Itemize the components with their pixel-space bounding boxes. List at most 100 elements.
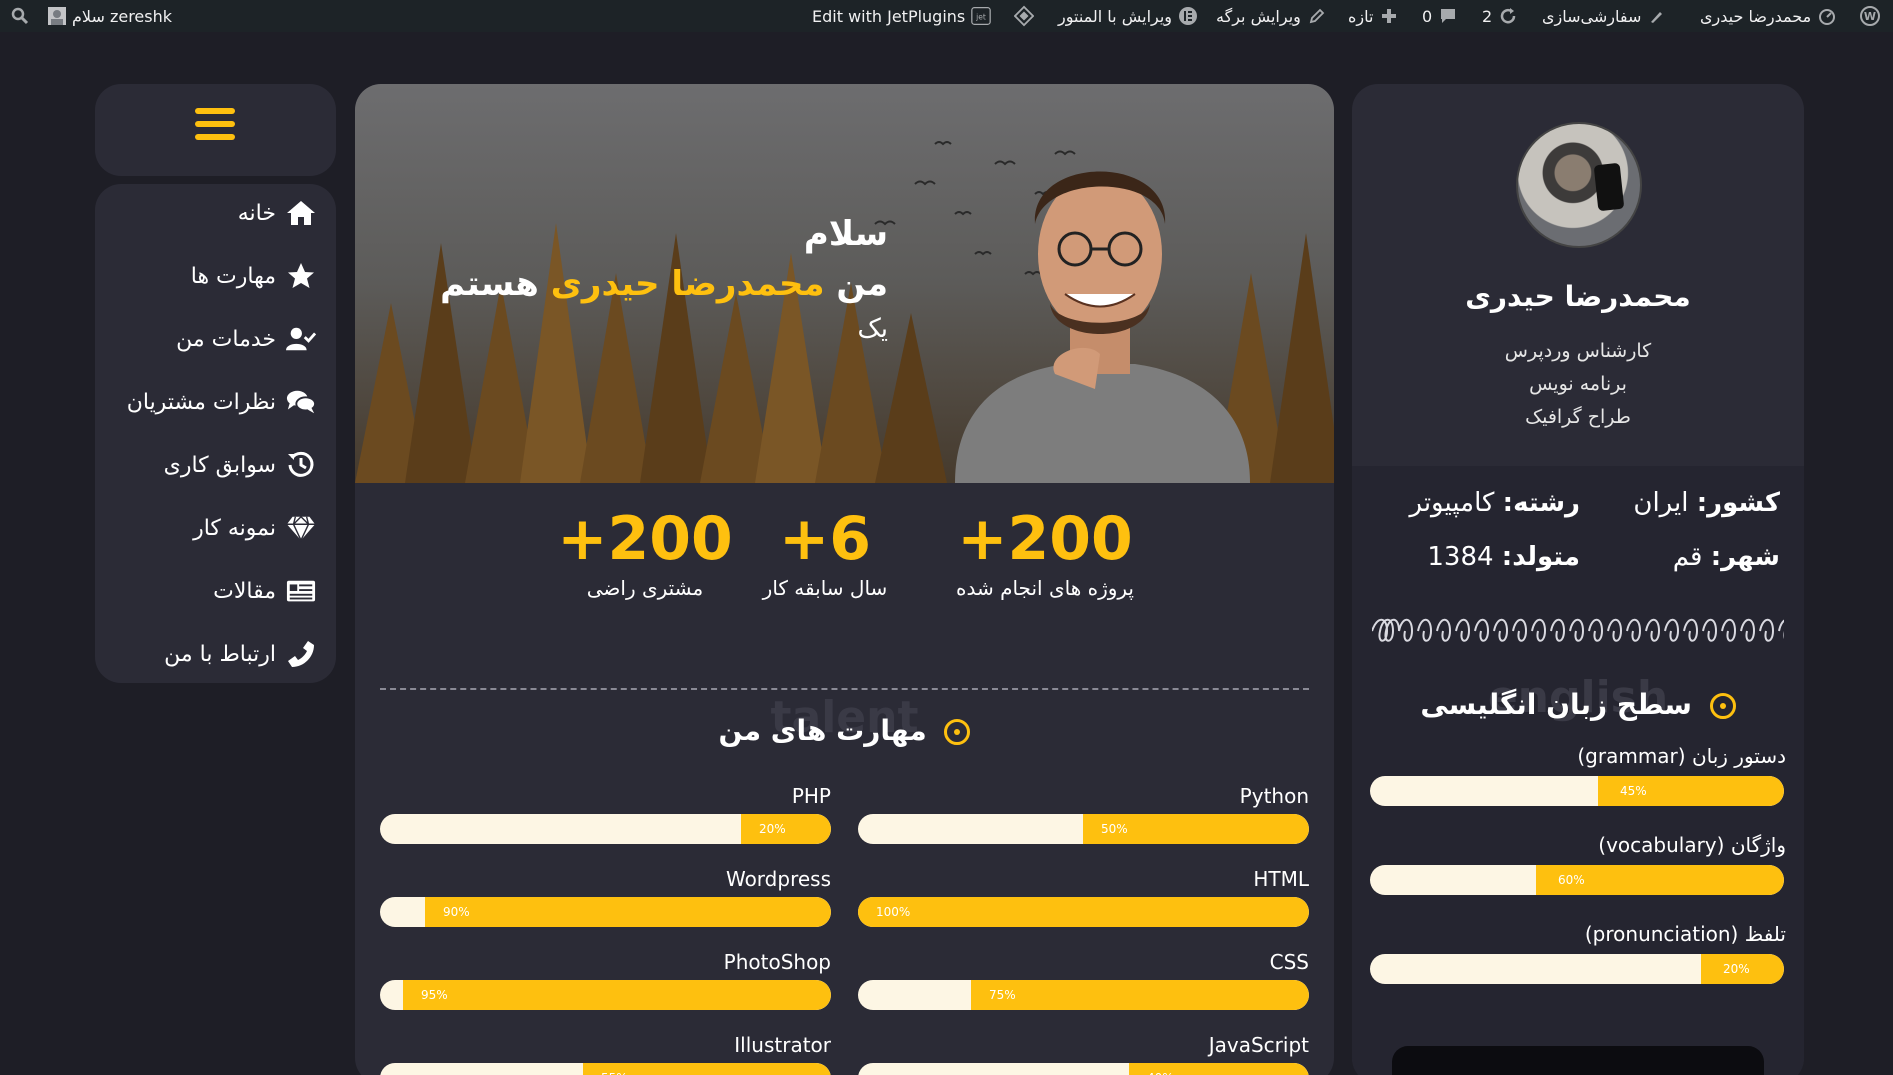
comments-menu[interactable]: 0 — [1422, 0, 1458, 32]
jetplugins-menu[interactable]: Edit with JetPlugins jet — [812, 0, 992, 32]
wordpress-logo-icon[interactable]: W — [1860, 0, 1880, 32]
pencil-icon — [1307, 6, 1327, 26]
english-progress-bar: 60% — [1370, 865, 1784, 895]
comment-bubble-icon — [1438, 6, 1458, 26]
stat-experience: +6 سال سابقه کار — [745, 504, 905, 600]
comments-icon — [286, 387, 316, 417]
skill-progress-bar: 55% — [380, 1063, 831, 1075]
nav-item-skills[interactable]: مهارت ها — [191, 261, 316, 291]
skill-percent: 90% — [443, 905, 470, 919]
nav-item-home[interactable]: خانه — [238, 198, 316, 228]
hero-portrait — [955, 171, 1250, 483]
skill-percent: 95% — [421, 988, 448, 1002]
nav-item-experience[interactable]: سوابق کاری — [164, 450, 316, 480]
skill-percent: 20% — [759, 822, 786, 836]
english-progress-bar: 20% — [1370, 954, 1784, 984]
field-label: رشته: — [1502, 488, 1580, 518]
main-content-card: سلام من محمدرضا حیدری هستم یک +200 پروژه… — [355, 84, 1334, 1075]
section-divider — [380, 688, 1309, 690]
skill-progress-bar: 100% — [858, 897, 1309, 927]
diamond-menu[interactable] — [1014, 0, 1034, 32]
site-name-label: محمدرضا حیدری — [1700, 6, 1812, 26]
skill-percent: 40% — [1147, 1063, 1174, 1075]
history-icon — [286, 450, 316, 480]
country-label: کشور: — [1696, 488, 1780, 518]
skill-name: JavaScript — [1208, 1033, 1309, 1057]
skill-name: PHP — [791, 784, 831, 808]
search-icon[interactable] — [10, 0, 30, 32]
field-value: کامپیوتر — [1409, 488, 1495, 518]
nav-item-testimonials[interactable]: نظرات مشتریان — [127, 387, 316, 417]
stat-clients-value: +200 — [557, 504, 733, 574]
svg-text:jet: jet — [975, 12, 986, 21]
nav-item-portfolio[interactable]: نمونه کار — [193, 513, 316, 543]
user-account-menu[interactable]: سلام zereshk — [48, 0, 172, 32]
target-dot-icon — [1709, 693, 1736, 719]
skill-progress-bar: 50% — [858, 814, 1309, 844]
svg-text:W: W — [1864, 10, 1876, 23]
skill-progress-fill — [971, 980, 1309, 1010]
edit-page-menu[interactable]: ویرایش برگه — [1216, 0, 1327, 32]
nav-item-contact[interactable]: ارتباط با من — [164, 639, 316, 669]
english-skill-label: دستور زبان (grammar) — [1577, 744, 1786, 768]
nav-item-articles[interactable]: مقالات — [213, 576, 316, 606]
jetplugins-label: Edit with JetPlugins — [812, 6, 966, 26]
skill-progress-fill — [403, 980, 831, 1010]
nav-label-skills: مهارت ها — [190, 263, 276, 289]
nav-item-services[interactable]: خدمات من — [176, 324, 316, 354]
admin-bar: W محمدرضا حیدری سفارشی‌سازی 2 0 تازه ویر… — [0, 0, 1893, 32]
skill-name: PhotoShop — [723, 950, 831, 974]
country-value: ایران — [1633, 488, 1689, 518]
hamburger-menu-icon[interactable] — [195, 108, 235, 148]
nav-label-contact: ارتباط با من — [164, 641, 276, 667]
skill-progress-bar: 95% — [380, 980, 831, 1010]
hero-name-highlight: محمدرضا حیدری — [550, 264, 825, 304]
english-skill-label: واژگان (vocabulary) — [1598, 833, 1786, 857]
nav-label-experience: سوابق کاری — [163, 452, 276, 478]
skill-progress-fill — [425, 897, 831, 927]
english-progress-bar: 45% — [1370, 776, 1784, 806]
newspaper-icon — [286, 576, 316, 606]
user-check-icon — [286, 324, 316, 354]
born-label: متولد: — [1501, 542, 1580, 572]
skill-progress-bar: 40% — [858, 1063, 1309, 1075]
hero-intro: سلام من محمدرضا حیدری هستم یک — [440, 214, 888, 344]
english-percent: 60% — [1558, 873, 1585, 887]
hero-headline: من محمدرضا حیدری هستم — [440, 264, 888, 304]
skill-name: Illustrator — [734, 1033, 831, 1057]
profile-role: طراح گرافیک — [1525, 406, 1631, 428]
english-title: سطح زبان انگلیسی — [1420, 688, 1692, 721]
skills-heading: مهارت های من — [355, 714, 1334, 747]
site-name-menu[interactable]: محمدرضا حیدری — [1700, 0, 1837, 32]
side-navigation: خانه مهارت ها خدمات من نظرات مشتریان سوا… — [95, 184, 336, 683]
skill-name: Python — [1239, 784, 1309, 808]
brush-icon — [1647, 6, 1667, 26]
target-dot-icon — [944, 719, 971, 745]
download-resume-button[interactable] — [1392, 1046, 1764, 1075]
born-value: 1384 — [1427, 542, 1494, 572]
skill-progress-bar: 90% — [380, 897, 831, 927]
skill-percent: 55% — [601, 1063, 628, 1075]
stat-projects: +200 پروژه های انجام شده — [915, 504, 1175, 600]
profile-role: کارشناس وردپرس — [1504, 340, 1652, 362]
plus-icon — [1379, 6, 1399, 26]
updates-menu[interactable]: 2 — [1482, 0, 1518, 32]
new-label: تازه — [1348, 6, 1374, 26]
skill-progress-bar: 75% — [858, 980, 1309, 1010]
stat-clients-label: مشتری راضی — [586, 576, 704, 600]
skills-title: مهارت های من — [718, 714, 927, 747]
city-info: شهر: قم — [1673, 542, 1780, 572]
customize-menu[interactable]: سفارشی‌سازی — [1542, 0, 1667, 32]
edit-elementor-menu[interactable]: ویرایش با المنتور — [1058, 0, 1198, 32]
nav-label-services: خدمات من — [176, 326, 276, 352]
stat-experience-label: سال سابقه کار — [762, 576, 888, 600]
dashboard-icon — [1817, 6, 1837, 26]
jet-icon: jet — [971, 6, 992, 26]
skill-percent: 100% — [876, 905, 911, 919]
new-content-menu[interactable]: تازه — [1348, 0, 1399, 32]
squiggle-divider — [1372, 618, 1784, 642]
skill-progress-fill — [741, 814, 831, 844]
country-info: کشور: ایران — [1633, 488, 1780, 518]
nav-label-testimonials: نظرات مشتریان — [126, 389, 276, 415]
city-value: قم — [1672, 542, 1703, 572]
